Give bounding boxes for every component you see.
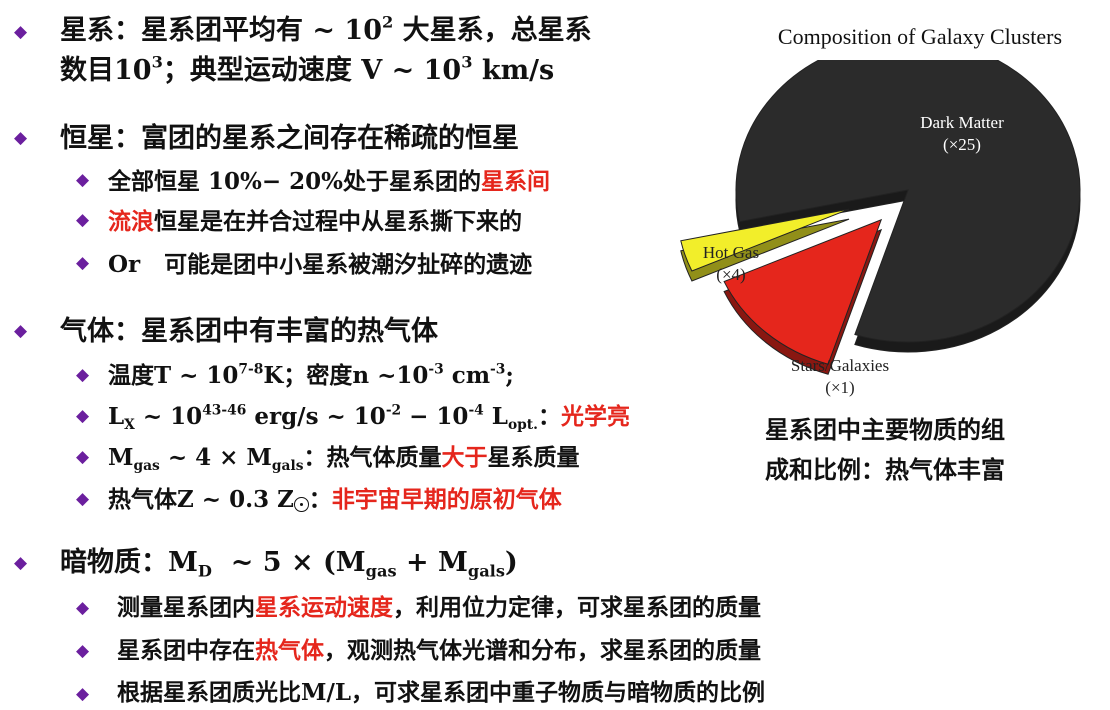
s1-l1-b: 大星系，总星系 (393, 15, 592, 46)
s3-i1-a: 温度T ~ 10 (108, 362, 239, 389)
s3-i4-a: 热气体Z ~ 0.3 Z (108, 486, 294, 513)
s4-title-sub2: gas (365, 561, 397, 581)
s4-i1-b: ，利用位力定律，可求星系团的质量 (393, 594, 761, 621)
s4-title-b: ~ 5 × (M (211, 547, 366, 578)
bullet-s4: ◆ (14, 553, 28, 573)
pie-label-0: Dark Matter (920, 113, 1004, 132)
pie-value-label-2: (×1) (825, 378, 854, 397)
s3-i2-sub2: opt. (507, 416, 538, 433)
bullet-s2-i3: ◆ (76, 253, 90, 273)
s3-item3: Mgas ~ 4 × Mgals：热气体质量大于星系质量 (108, 438, 580, 474)
bullet-s4-i2: ◆ (76, 641, 90, 661)
s3-i1-sup3: -3 (490, 361, 506, 378)
s3-item4: 热气体Z ~ 0.3 Z ：非宇宙早期的原初气体 (108, 480, 562, 514)
bullet-s2: ◆ (14, 128, 28, 148)
s4-i2-b: ，观测热气体光谱和分布，求星系团的质量 (324, 637, 761, 664)
s3-i2-d: − 10 (401, 403, 469, 430)
s3-i4-b: ： (308, 486, 332, 513)
pie-value-label-0: (×25) (943, 135, 981, 154)
s3-i2-e: L (483, 403, 508, 430)
s4-title-sub: D (197, 561, 212, 581)
s3-i2-red: 光学亮 (560, 403, 630, 430)
pie-label-1: Hot Gas (703, 243, 759, 262)
chart-caption: 星系团中主要物质的组 成和比例：热气体丰富 (765, 410, 1005, 490)
s3-i3-a: M (108, 444, 134, 471)
s3-i3-d: 星系质量 (487, 444, 580, 471)
s4-item3: 根据星系团质光比M/L，可求星系团中重子物质与暗物质的比例 (117, 679, 766, 706)
s3-i4-red: 非宇宙早期的原初气体 (331, 486, 562, 513)
s2-title: 恒星：富团的星系之间存在稀疏的恒星 (60, 123, 519, 154)
s2-item2: 流浪恒星是在并合过程中从星系撕下来的 (108, 202, 522, 236)
s3-i2-sub: X (124, 416, 135, 433)
s3-item2: LX ~ 1043-46 erg/s ~ 10-2 − 10-4 Lopt.：光… (108, 397, 630, 433)
bullet-s2-i2: ◆ (76, 210, 90, 230)
bullet-s3-i3: ◆ (76, 447, 90, 467)
s1-l2-sup2: 3 (461, 52, 473, 72)
caption-line2: 成和比例：热气体丰富 (765, 455, 1005, 484)
pie-label-2: Stars/Galaxies (791, 356, 889, 375)
s3-i2-a: L (108, 403, 125, 430)
s2-item3: Or 可能是团中小星系被潮汐扯碎的遗迹 (108, 251, 533, 278)
s2-i1-red: 星系间 (481, 168, 551, 195)
bullet-s2-i1: ◆ (76, 170, 90, 190)
s4-title-sub3: gals (467, 561, 505, 581)
s3-i1-c: cm (443, 362, 491, 389)
bullet-s1: ◆ (14, 22, 28, 42)
s1-l2-a: 数目10 (60, 55, 152, 86)
s3-item1: 温度T ~ 107-8K；密度n ~10-3 cm-3; (108, 356, 514, 390)
s4-title: 暗物质：MD ~ 5 × (Mgas + Mgals) (60, 540, 518, 579)
s3-i3-sub: gas (133, 457, 160, 474)
s3-i2-sup2: -2 (385, 402, 402, 419)
s3-i2-sup: 43-46 (202, 402, 247, 419)
bullet-s4-i3: ◆ (76, 684, 90, 704)
s1-l1-a: 星系：星系团平均有 ~ 10 (60, 15, 382, 46)
s1-line2: 数目103；典型运动速度 V ~ 103 km/s (60, 48, 554, 87)
s2-i2-red: 流浪 (108, 208, 154, 235)
s2-item1: 全部恒星 10%− 20%处于星系团的星系间 (108, 162, 550, 196)
bullet-s3: ◆ (14, 321, 28, 341)
s4-i2-a: 星系团中存在 (117, 637, 255, 664)
s4-item2: 星系团中存在热气体，观测热气体光谱和分布，求星系团的质量 (117, 631, 761, 665)
pie-value-label-1: (×4) (716, 265, 745, 284)
s4-title-c: + M (396, 547, 468, 578)
s3-i1-b: K；密度n ~10 (263, 362, 429, 389)
s2-i2-a: 恒星是在并合过程中从星系撕下来的 (154, 208, 522, 235)
bullet-s3-i2: ◆ (76, 406, 90, 426)
s3-i3-sub2: gals (271, 457, 304, 474)
s3-i2-b: ~ 10 (134, 403, 203, 430)
s3-i3-red: 大于 (441, 444, 488, 471)
s4-title-d: ) (504, 547, 518, 578)
caption-line1: 星系团中主要物质的组 (765, 415, 1005, 444)
s1-l1-sup: 2 (382, 12, 394, 32)
s1-l2-c: km/s (472, 55, 555, 86)
s3-title: 气体：星系团中有丰富的热气体 (60, 316, 438, 347)
s3-i2-c: erg/s ~ 10 (246, 403, 386, 430)
s1-l2-sup: 3 (151, 52, 163, 72)
s4-i2-red: 热气体 (255, 637, 324, 664)
s3-i3-b: ~ 4 × M (159, 444, 272, 471)
bullet-s4-i1: ◆ (76, 598, 90, 618)
s4-item1: 测量星系团内星系运动速度，利用位力定律，可求星系团的质量 (117, 588, 761, 622)
s2-i1-a: 全部恒星 10%− 20%处于星系团的 (108, 168, 482, 195)
s3-i2-sup3: -4 (468, 402, 484, 419)
bullet-s3-i1: ◆ (76, 365, 90, 385)
s3-i2-f: ： (537, 403, 561, 430)
s3-i3-c: ：热气体质量 (303, 444, 442, 471)
s3-i1-d: ; (505, 362, 514, 389)
s3-i1-sup: 7-8 (238, 361, 264, 378)
s4-i1-red: 星系运动速度 (255, 594, 393, 621)
s4-title-a: 暗物质：M (60, 547, 198, 578)
sun-symbol-icon (293, 497, 309, 513)
s1-line1: 星系：星系团平均有 ~ 102 大星系，总星系 (60, 8, 592, 47)
s3-i1-sup2: -3 (428, 361, 444, 378)
s4-i1-a: 测量星系团内 (117, 594, 255, 621)
pie-chart: Dark Matter (×25) Hot Gas (×4) Stars/Galaxie… (680, 60, 1081, 397)
chart-title: Composition of Galaxy Clusters (777, 24, 1063, 49)
s1-l2-b: ；典型运动速度 V ~ 10 (162, 55, 462, 86)
bullet-s3-i4: ◆ (76, 489, 90, 509)
